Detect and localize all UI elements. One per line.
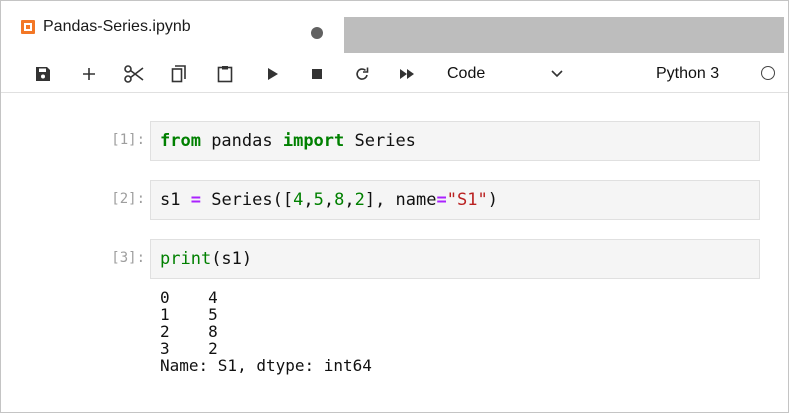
restart-button[interactable] bbox=[351, 56, 373, 92]
chevron-down-icon bbox=[551, 70, 563, 78]
keyword-token: from bbox=[160, 131, 201, 151]
cell-type-select[interactable]: Code bbox=[447, 56, 567, 92]
number-token: 8 bbox=[334, 190, 345, 210]
copy-icon bbox=[171, 65, 186, 83]
cell-prompt: [1]: bbox=[111, 132, 145, 148]
number-token: 2 bbox=[354, 190, 365, 210]
stop-icon bbox=[312, 69, 322, 79]
notebook-tab[interactable]: Pandas-Series.ipynb bbox=[21, 14, 191, 40]
run-button[interactable] bbox=[263, 56, 283, 92]
tab-bar: Pandas-Series.ipynb bbox=[1, 1, 788, 53]
interrupt-button[interactable] bbox=[307, 56, 327, 92]
play-icon bbox=[268, 68, 278, 80]
tab-bar-filler bbox=[344, 17, 784, 53]
number-token: 5 bbox=[313, 190, 324, 210]
paste-icon bbox=[217, 66, 233, 83]
operator-token: = bbox=[436, 190, 447, 210]
cut-button[interactable] bbox=[121, 56, 147, 92]
insert-cell-button[interactable] bbox=[77, 56, 101, 92]
save-icon bbox=[36, 67, 50, 81]
notebook-icon bbox=[21, 20, 35, 34]
restart-icon bbox=[356, 67, 369, 80]
cell-prompt: [3]: bbox=[111, 250, 145, 266]
cell-output: 0 4 1 5 2 8 3 2 Name: S1, dtype: int64 bbox=[160, 288, 372, 375]
string-token: "S1" bbox=[446, 190, 488, 210]
kernel-status-icon bbox=[761, 66, 775, 80]
plus-icon bbox=[83, 68, 95, 80]
fast-forward-icon bbox=[400, 69, 414, 79]
notebook-window: Pandas-Series.ipynb Code Python 3 [1]: f… bbox=[0, 0, 789, 413]
code-cell-input[interactable]: s1 = Series([4, 5, 8, 2], name = "S1") bbox=[150, 180, 760, 220]
builtin-token: print bbox=[160, 249, 212, 269]
code-cell-input[interactable]: print (s1) bbox=[150, 239, 760, 279]
operator-token: = bbox=[190, 190, 201, 210]
kernel-name[interactable]: Python 3 bbox=[656, 56, 719, 92]
save-button[interactable] bbox=[31, 56, 55, 92]
tab-title: Pandas-Series.ipynb bbox=[43, 18, 191, 35]
scissors-icon bbox=[124, 65, 144, 83]
code-cell-input[interactable]: from pandas import Series bbox=[150, 121, 760, 161]
number-token: 4 bbox=[293, 190, 304, 210]
copy-button[interactable] bbox=[167, 56, 191, 92]
cell-prompt: [2]: bbox=[111, 191, 145, 207]
keyword-token: import bbox=[282, 131, 345, 151]
unsaved-indicator-icon[interactable] bbox=[311, 27, 323, 39]
cell-type-value: Code bbox=[447, 65, 486, 82]
paste-button[interactable] bbox=[213, 56, 237, 92]
run-all-button[interactable] bbox=[395, 56, 419, 92]
notebook-toolbar: Code Python 3 bbox=[1, 56, 788, 93]
